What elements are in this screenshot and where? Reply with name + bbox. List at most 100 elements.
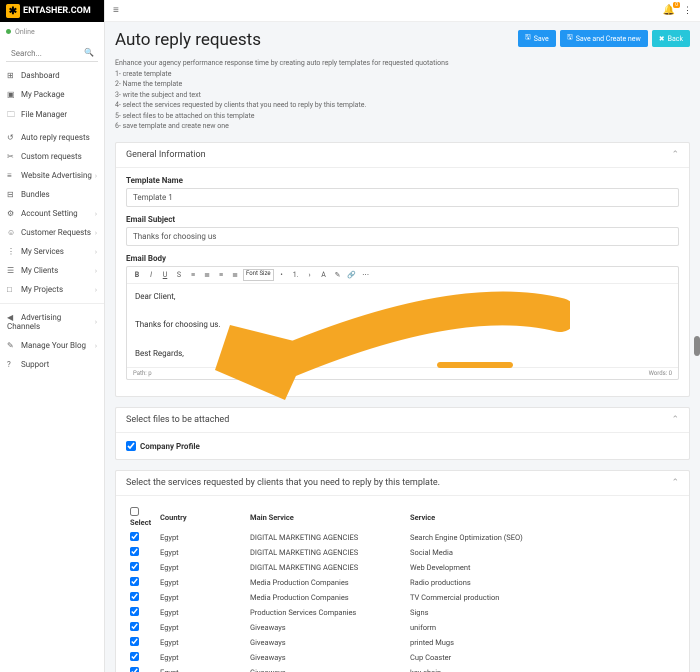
country-cell: Egypt [156,545,246,560]
country-cell: Egypt [156,650,246,665]
service-cell: Social Media [406,545,679,560]
service-cell: Cup Coaster [406,650,679,665]
template-name-input[interactable] [126,188,679,207]
back-icon: ✖ [659,35,665,43]
nav-label: Support [21,360,49,369]
general-info-header[interactable]: General Information⌃ [116,143,689,168]
indent-button[interactable]: › [304,269,316,281]
bg-color-button[interactable]: ✎ [332,269,344,281]
save-button[interactable]: 🖫Save [518,30,556,47]
chevron-right-icon: › [95,229,97,237]
sidebar-item-website-advertising[interactable]: ≡Website Advertising› [0,166,104,185]
more-button[interactable]: ⋯ [360,269,372,281]
align-justify-button[interactable]: ≣ [229,269,241,281]
country-cell: Egypt [156,590,246,605]
logo[interactable]: ✱ ENTASHER.COM [0,0,104,22]
text-color-button[interactable]: A [318,269,330,281]
main-service-cell: Giveaways [246,650,406,665]
sidebar-item-my-package[interactable]: ▣My Package [0,85,104,104]
company-profile-check[interactable] [126,441,136,451]
nav-icon: □ [7,285,16,294]
sidebar-item-manage-your-blog[interactable]: ✎Manage Your Blog› [0,336,104,355]
row-checkbox[interactable] [130,577,139,586]
content: Auto reply requests 🖫Save 🖫Save and Crea… [105,22,700,672]
table-row: EgyptMedia Production CompaniesRadio pro… [126,575,679,590]
back-button[interactable]: ✖Back [652,30,690,47]
service-cell: uniform [406,620,679,635]
sidebar-item-my-services[interactable]: ⋮My Services› [0,242,104,261]
row-checkbox[interactable] [130,547,139,556]
country-cell: Egypt [156,605,246,620]
service-cell: Signs [406,605,679,620]
sidebar-item-file-manager[interactable]: 🗀File Manager [0,104,104,128]
attachments-header[interactable]: Select files to be attached⌃ [116,408,689,433]
service-header: Service [406,504,679,530]
save-create-new-button[interactable]: 🖫Save and Create new [560,30,648,47]
row-checkbox[interactable] [130,637,139,646]
search-box: 🔍 [6,46,98,62]
nav-icon: ⊟ [7,190,16,199]
italic-button[interactable]: I [145,269,157,281]
sidebar-item-custom-requests[interactable]: ✂Custom requests [0,147,104,166]
row-checkbox[interactable] [130,562,139,571]
logo-icon: ✱ [6,4,20,18]
user-menu-icon[interactable]: ⋮ [683,6,692,16]
sidebar-item-account-setting[interactable]: ⚙Account Setting› [0,204,104,223]
sidebar-item-my-projects[interactable]: □My Projects› [0,280,104,299]
sidebar-item-support[interactable]: ?Support [0,355,104,374]
save-icon: 🖫 [525,33,531,44]
editor-footer: Path: pWords: 0 [127,367,678,379]
main-service-cell: Media Production Companies [246,590,406,605]
strike-button[interactable]: S [173,269,185,281]
row-checkbox[interactable] [130,667,139,672]
row-checkbox[interactable] [130,532,139,541]
link-button[interactable]: 🔗 [346,269,358,281]
hamburger-icon[interactable]: ≡ [113,5,119,16]
table-row: EgyptGiveawaysCup Coaster [126,650,679,665]
sidebar-item-advertising-channels[interactable]: ◀Advertising Channels› [0,308,104,336]
sidebar-item-bundles[interactable]: ⊟ Bundles [0,185,104,204]
sidebar-item-customer-requests[interactable]: ☺Customer Requests› [0,223,104,242]
company-profile-checkbox[interactable]: Company Profile [126,441,679,451]
underline-button[interactable]: U [159,269,171,281]
nav-label: Bundles [21,190,50,199]
service-cell: Radio productions [406,575,679,590]
bold-button[interactable]: B [131,269,143,281]
services-header[interactable]: Select the services requested by clients… [116,471,689,496]
table-row: EgyptGiveawayskey chain [126,665,679,672]
nav-label: Customer Requests [21,228,91,237]
align-right-button[interactable]: ≡ [215,269,227,281]
country-cell: Egypt [156,665,246,672]
collapse-icon: ⌃ [671,150,679,160]
select-all-checkbox[interactable] [130,507,139,516]
list-number-button[interactable]: 1. [290,269,302,281]
nav-icon: ◀ [7,313,16,322]
email-subject-input[interactable] [126,227,679,246]
align-center-button[interactable]: ≣ [201,269,213,281]
scrollbar-indicator[interactable] [694,336,700,356]
align-left-button[interactable]: ≡ [187,269,199,281]
service-cell: key chain [406,665,679,672]
search-icon[interactable]: 🔍 [84,48,94,57]
sidebar-item-my-clients[interactable]: ☰My Clients› [0,261,104,280]
online-status: Online [0,22,104,42]
chevron-right-icon: › [95,210,97,218]
list-bullet-button[interactable]: • [276,269,288,281]
main-service-cell: DIGITAL MARKETING AGENCIES [246,560,406,575]
font-size-select[interactable]: Font Size [243,269,274,281]
chevron-right-icon: › [95,342,97,350]
main-service-cell: Giveaways [246,620,406,635]
table-row: EgyptProduction Services CompaniesSigns [126,605,679,620]
email-body-label: Email Body [126,254,679,263]
sidebar-item-dashboard[interactable]: ⊞Dashboard [0,66,104,85]
notifications-icon[interactable]: 🔔0 [663,5,675,16]
service-cell: Search Engine Optimization (SEO) [406,530,679,545]
nav-label: Custom requests [21,152,82,161]
nav-icon: 🗀 [7,109,16,123]
editor-body[interactable]: Dear Client, Thanks for choosing us. Bes… [127,284,678,368]
row-checkbox[interactable] [130,652,139,661]
row-checkbox[interactable] [130,592,139,601]
row-checkbox[interactable] [130,607,139,616]
row-checkbox[interactable] [130,622,139,631]
sidebar-item-auto-reply-requests[interactable]: ↺Auto reply requests [0,128,104,147]
